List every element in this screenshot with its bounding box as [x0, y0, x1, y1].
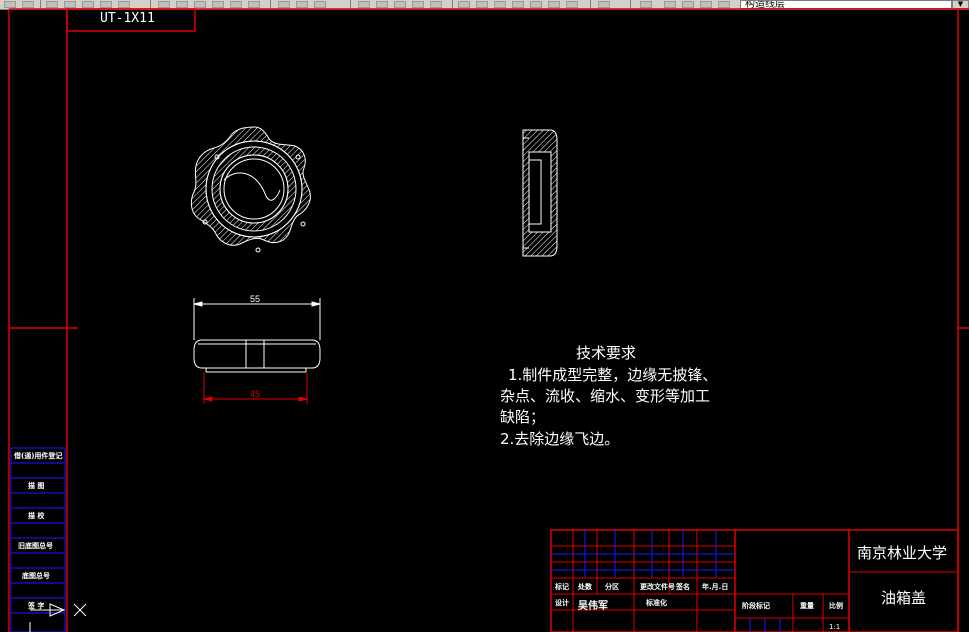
scale-value: 1:1: [829, 623, 841, 631]
left-column-label: 描 校: [28, 512, 45, 520]
title-block-label: 更改文件号: [640, 583, 675, 591]
knob-top-view: [190, 126, 311, 253]
dimension-label-top: 55: [250, 294, 260, 304]
tech-requirement-line: 缺陷；: [500, 408, 546, 426]
title-block-label: 标记: [555, 583, 569, 591]
knob-section-view: [522, 129, 558, 257]
title-block-label: 标准化: [646, 599, 667, 607]
drawing-canvas[interactable]: UT-1X11 55 45: [0, 0, 969, 632]
tech-requirement-line: 2.去除边缘飞边。: [500, 430, 620, 448]
tech-requirement-line: 杂点、流收、缩水、变形等加工: [500, 387, 711, 405]
part-name: 油箱盖: [881, 589, 927, 607]
title-block-label: 比例: [829, 602, 843, 610]
title-block-label: 处数: [578, 583, 592, 591]
title-block-label: 设计: [555, 599, 569, 607]
bottom-dimension: [203, 372, 308, 404]
left-column-label: 底图总号: [22, 572, 50, 580]
left-column-label: 描 图: [28, 482, 45, 490]
left-column-label: 旧底图总号: [18, 542, 53, 550]
drawing-frame: [8, 8, 969, 632]
designer-name: 吴伟军: [578, 601, 608, 612]
title-block-label: 签名: [676, 583, 690, 591]
knob-front-view: [193, 298, 321, 373]
school-name: 南京林业大学: [857, 544, 948, 562]
code-box-label: UT-1X11: [100, 11, 155, 26]
tech-requirements-title: 技术要求: [576, 344, 637, 362]
title-block-label: 年.月.日: [702, 583, 729, 591]
title-block-label: 分区: [605, 583, 619, 591]
dimension-label-bottom: 45: [250, 389, 260, 399]
left-column-label: 签 字: [28, 602, 45, 610]
left-column-label: 借(通)用件登记: [14, 452, 63, 460]
title-block-label: 阶段标记: [742, 602, 770, 610]
title-block-label: 重量: [800, 602, 814, 610]
tech-requirement-line: 1.制件成型完整，边缘无披锋、: [508, 366, 718, 384]
